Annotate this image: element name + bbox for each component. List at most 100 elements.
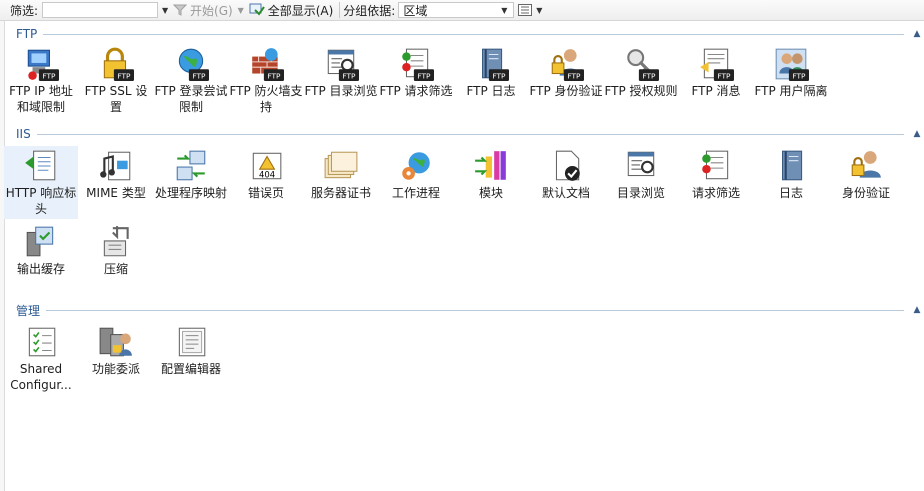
directory-browse-icon — [627, 151, 655, 177]
feature-server-restriction[interactable]: FTP FTP IP 地址和域限制 — [4, 44, 78, 117]
feature-label: 请求筛选 — [691, 186, 740, 200]
feature-modules[interactable]: 模块 — [454, 146, 528, 203]
user-lock-icon: FTP — [551, 49, 584, 81]
directory-browse-icon: FTP — [327, 49, 359, 81]
log-icon — [782, 150, 803, 181]
feature-user-isolation[interactable]: FTP FTP 用户隔离 — [754, 44, 828, 101]
feature-label: 工作进程 — [391, 186, 440, 200]
svg-text:FTP: FTP — [492, 71, 506, 80]
start-dropdown-icon[interactable]: ▼ — [236, 6, 246, 15]
feature-tile: FTP FTP 请求筛选 — [379, 44, 453, 101]
feature-tile: FTP FTP IP 地址和域限制 — [4, 44, 78, 117]
feature-label: 输出缓存 — [16, 262, 65, 276]
feature-message[interactable]: FTP FTP 消息 — [679, 44, 753, 101]
feature-label: FTP 消息 — [691, 84, 741, 98]
feature-tile: HTTP 响应标头 — [4, 146, 78, 219]
firewall-icon: FTP — [252, 48, 284, 81]
section-divider — [43, 33, 904, 35]
section-divider — [46, 309, 904, 311]
feature-label: Shared Configur... — [10, 362, 72, 392]
feature-certificate[interactable]: 服务器证书 — [304, 146, 378, 203]
show-all-button[interactable]: 全部显示(A) — [246, 1, 337, 19]
feature-handler-mapping[interactable]: 处理程序映射 — [154, 146, 228, 203]
feature-globe[interactable]: FTP FTP 登录尝试限制 — [154, 44, 228, 117]
start-filter-button[interactable]: 开始(G) — [170, 1, 236, 19]
filter-dropdown-icon[interactable]: ▼ — [160, 6, 170, 15]
svg-text:FTP: FTP — [567, 71, 581, 80]
feature-label: 默认文档 — [541, 186, 590, 200]
group-by-select[interactable]: 区域 ▼ — [398, 2, 515, 18]
feature-default-document[interactable]: 默认文档 — [529, 146, 603, 203]
feature-worker-process[interactable]: 工作进程 — [379, 146, 453, 203]
feature-user-lock[interactable]: FTP FTP 身份验证 — [529, 44, 603, 101]
show-all-icon — [249, 3, 265, 16]
feature-label: FTP 日志 — [466, 84, 516, 98]
feature-tile: FTP FTP 日志 — [454, 44, 528, 101]
feature-label: FTP 请求筛选 — [379, 84, 453, 98]
feature-label: 身份验证 — [841, 186, 890, 200]
mime-icon — [100, 151, 131, 181]
filter-input[interactable] — [42, 2, 159, 18]
section-iis-title: IIS — [16, 127, 31, 141]
delegation-icon — [99, 327, 132, 357]
feature-compression[interactable]: 压缩 — [79, 222, 153, 279]
feature-output-cache[interactable]: 输出缓存 — [4, 222, 78, 279]
feature-config-editor[interactable]: 配置编辑器 — [154, 322, 228, 379]
feature-tile: FTP FTP 授权规则 — [604, 44, 678, 101]
feature-tile: MIME 类型 — [79, 146, 153, 203]
svg-text:FTP: FTP — [267, 71, 281, 80]
feature-label: HTTP 响应标头 — [5, 186, 77, 216]
feature-mime[interactable]: MIME 类型 — [79, 146, 153, 203]
request-filter-icon — [702, 150, 729, 180]
feature-firewall[interactable]: FTP FTP 防火墙支持 — [229, 44, 303, 117]
feature-tile: 模块 — [454, 146, 528, 203]
feature-label: 模块 — [478, 186, 503, 200]
view-dropdown-icon: ▼ — [536, 5, 543, 15]
server-restriction-icon: FTP — [27, 49, 59, 81]
feature-label: FTP 登录尝试限制 — [154, 84, 228, 114]
feature-directory-browse[interactable]: FTP FTP 目录浏览 — [304, 44, 378, 101]
feature-tile: 配置编辑器 — [154, 322, 228, 379]
feature-tile: 工作进程 — [379, 146, 453, 203]
feature-directory-browse[interactable]: 目录浏览 — [604, 146, 678, 203]
default-document-icon — [555, 150, 580, 181]
section-ftp-title: FTP — [16, 27, 38, 41]
globe-icon: FTP — [178, 48, 209, 81]
compression-icon — [103, 226, 129, 257]
view-mode-button[interactable]: ▼ — [518, 4, 544, 16]
feature-tile: 处理程序映射 — [154, 146, 228, 203]
feature-tile: FTP FTP 登录尝试限制 — [154, 44, 228, 117]
feature-http-headers[interactable]: HTTP 响应标头 — [4, 146, 78, 219]
log-icon: FTP — [482, 48, 509, 81]
collapse-icon[interactable]: ▲ — [910, 29, 924, 39]
feature-tile: FTP FTP 消息 — [679, 44, 753, 101]
feature-request-filter[interactable]: 请求筛选 — [679, 146, 753, 203]
feature-label: 压缩 — [103, 262, 128, 276]
user-isolation-icon: FTP — [775, 48, 809, 81]
feature-tile: 默认文档 — [529, 146, 603, 203]
feature-tile: 404 错误页 — [229, 146, 303, 203]
feature-user-lock[interactable]: 身份验证 — [829, 146, 903, 203]
feature-shared-config[interactable]: Shared Configur... — [4, 322, 78, 395]
feature-lock[interactable]: FTP FTP SSL 设置 — [79, 44, 153, 117]
collapse-icon[interactable]: ▲ — [910, 129, 924, 139]
feature-tile: 日志 — [754, 146, 828, 203]
feature-label: 错误页 — [247, 186, 284, 200]
svg-text:FTP: FTP — [642, 71, 656, 80]
feature-log[interactable]: 日志 — [754, 146, 828, 203]
svg-text:FTP: FTP — [717, 71, 731, 80]
feature-request-filter[interactable]: FTP FTP 请求筛选 — [379, 44, 453, 101]
toolbar-separator — [339, 2, 341, 18]
collapse-icon[interactable]: ▲ — [910, 305, 924, 315]
chevron-down-icon: ▼ — [501, 5, 508, 15]
feature-delegation[interactable]: 功能委派 — [79, 322, 153, 379]
output-cache-icon — [26, 226, 54, 257]
feature-label: FTP 身份验证 — [529, 84, 603, 98]
feature-error-page[interactable]: 404 错误页 — [229, 146, 303, 203]
feature-tile: 压缩 — [79, 222, 153, 279]
key-icon: FTP — [627, 49, 659, 81]
feature-key[interactable]: FTP FTP 授权规则 — [604, 44, 678, 101]
handler-mapping-icon — [176, 150, 206, 181]
feature-log[interactable]: FTP FTP 日志 — [454, 44, 528, 101]
svg-text:404: 404 — [259, 170, 275, 180]
